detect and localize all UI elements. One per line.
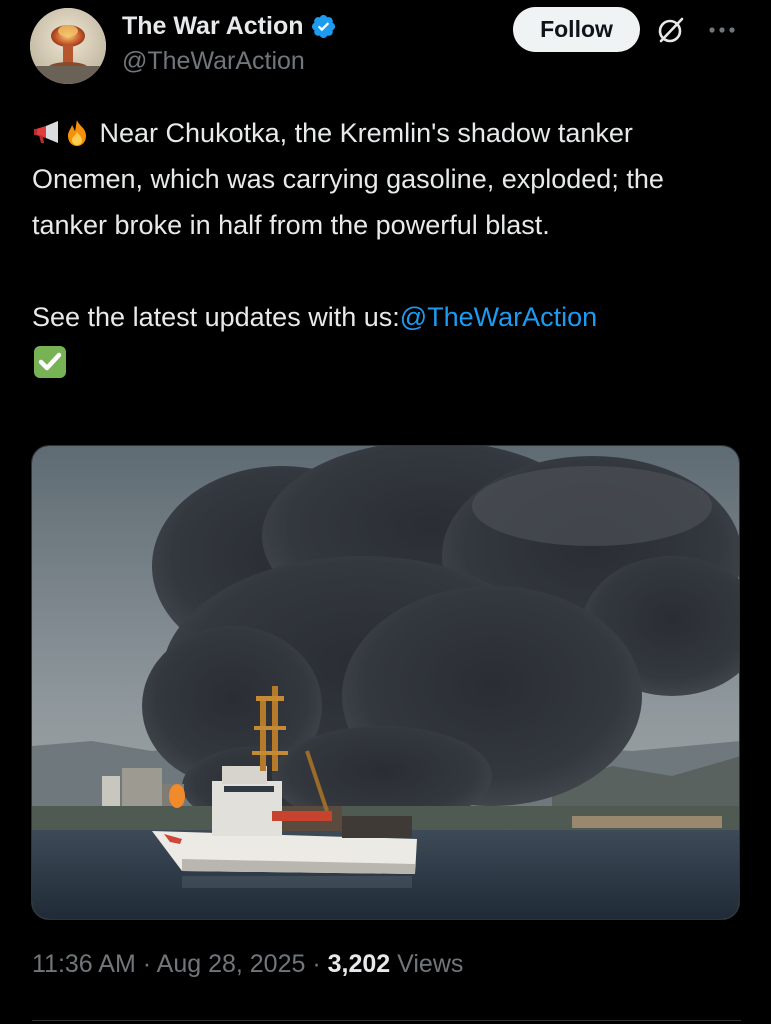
grok-icon[interactable] — [655, 14, 687, 46]
tweet-date[interactable]: Aug 28, 2025 — [157, 950, 306, 978]
check-mark-emoji-icon — [32, 344, 68, 380]
more-dots-svg — [709, 27, 735, 33]
tweet-paragraph-1: Near Chukotka, the Kremlin's shadow tank… — [32, 110, 737, 248]
tanker-smoke-photo — [32, 446, 739, 919]
verified-badge-svg — [312, 14, 336, 38]
handle[interactable]: @TheWarAction — [122, 47, 337, 76]
avatar[interactable] — [30, 8, 106, 84]
follow-button[interactable]: Follow — [513, 7, 640, 52]
tweet-meta: 11:36 AM · Aug 28, 2025 · 3,202 Views — [32, 950, 463, 979]
megaphone-svg — [34, 121, 58, 143]
divider — [32, 1020, 741, 1021]
tweet-paragraph-1-text: Near Chukotka, the Kremlin's shadow tank… — [32, 118, 664, 240]
meta-separator: · — [142, 950, 152, 978]
author-info: The War Action @TheWarAction — [122, 10, 337, 76]
tweet-media-image[interactable] — [31, 445, 740, 920]
display-name[interactable]: The War Action — [122, 12, 303, 41]
check-mark-svg — [34, 346, 66, 378]
grok-icon-svg — [658, 17, 684, 43]
tweet-paragraph-2-text: See the latest updates with us: — [32, 302, 400, 332]
megaphone-emoji-icon — [32, 118, 62, 148]
mushroom-cloud-avatar-image — [30, 8, 106, 84]
more-options-icon[interactable] — [706, 17, 738, 43]
tweet: The War Action @TheWarAction Follow Near… — [0, 0, 771, 1024]
views-count: 3,202 — [327, 950, 391, 978]
mention-link[interactable]: @TheWarAction — [400, 302, 597, 332]
tweet-text: Near Chukotka, the Kremlin's shadow tank… — [32, 110, 737, 386]
fire-svg — [68, 120, 86, 146]
views-label: Views — [397, 950, 464, 978]
fire-emoji-icon — [62, 118, 92, 148]
tweet-time[interactable]: 11:36 AM — [32, 950, 136, 978]
tweet-paragraph-2: See the latest updates with us:@TheWarAc… — [32, 294, 737, 386]
verified-badge-icon[interactable] — [303, 13, 337, 40]
meta-separator-2: · — [312, 950, 321, 978]
